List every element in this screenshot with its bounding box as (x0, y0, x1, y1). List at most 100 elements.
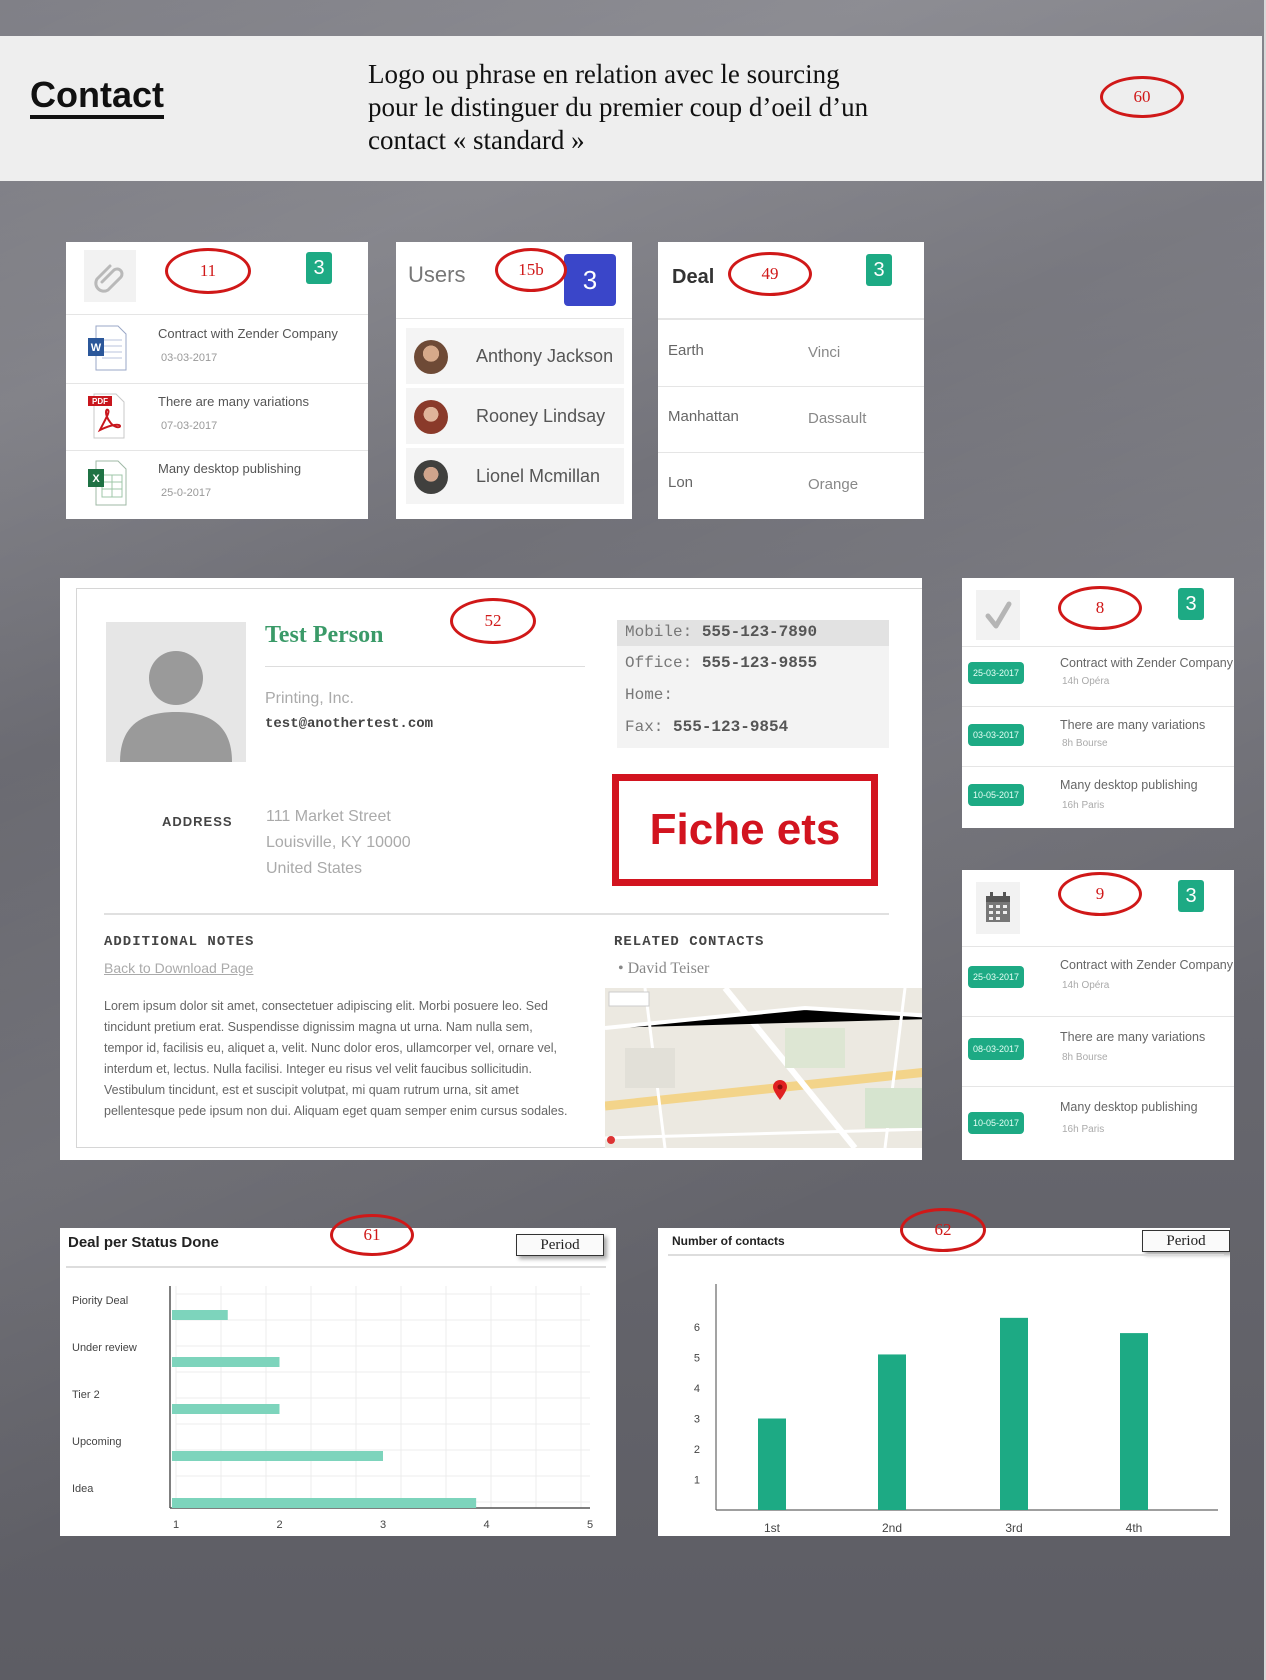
annotation-marker: 61 (330, 1214, 414, 1256)
svg-text:X: X (92, 473, 100, 485)
task-row[interactable]: 08-03-2017 There are many variations 8h … (962, 1016, 1232, 1086)
deal-company: Dassault (808, 410, 867, 427)
category-label: Under review (72, 1342, 137, 1354)
bar (1000, 1317, 1028, 1510)
tick-label: 4 (694, 1383, 700, 1395)
phone-fax[interactable]: Fax: 555-123-9854 (625, 718, 788, 736)
annotation-marker: 11 (165, 248, 251, 294)
chart-title: Deal per Status Done (68, 1234, 219, 1251)
count-badge: 3 (306, 252, 332, 284)
bar (758, 1418, 786, 1510)
divider (265, 666, 585, 667)
users-card-title: Users (408, 262, 466, 287)
user-row[interactable]: Anthony Jackson (406, 328, 624, 384)
back-to-download-link[interactable]: Back to Download Page (104, 960, 253, 976)
deal-company: Vinci (808, 344, 841, 361)
category-label: Tier 2 (72, 1389, 100, 1401)
task-name: There are many variations (1060, 718, 1206, 732)
category-label: 1st (764, 1521, 781, 1535)
count-badge: 3 (1178, 880, 1204, 912)
task-row[interactable]: 25-03-2017 Contract with Zender Company … (962, 946, 1233, 1016)
task-row[interactable]: 03-03-2017 There are many variations 8h … (962, 706, 1232, 766)
map-pin-icon (773, 1080, 787, 1100)
chart-title: Number of contacts (672, 1234, 785, 1248)
file-item[interactable]: W Contract with Zender Company 03-03-201… (66, 316, 366, 382)
task-row[interactable]: 25-03-2017 Contract with Zender Company … (962, 646, 1233, 706)
file-date: 25-0-2017 (161, 487, 212, 499)
phone-label: Fax: (625, 718, 664, 736)
paperclip-icon[interactable] (84, 250, 136, 302)
bar (172, 1498, 477, 1508)
annotation-marker: 8 (1058, 586, 1142, 630)
deal-status-bar-chart: Piority Deal Under review Tier 2 Upcoming Id… (72, 1286, 593, 1531)
phone-label: Home: (625, 686, 674, 704)
notes-text: Lorem ipsum dolor sit amet, consectetuer… (104, 999, 568, 1118)
annotation-marker: 52 (450, 598, 536, 644)
category-label: Idea (72, 1483, 94, 1495)
task-subtitle: 16h Paris (1062, 800, 1105, 811)
task-name: Many desktop publishing (1060, 1100, 1198, 1114)
bar (172, 1310, 228, 1320)
location-map[interactable] (605, 988, 922, 1148)
category-label: Piority Deal (72, 1295, 128, 1307)
calendar-icon[interactable] (976, 882, 1020, 934)
related-contact-link[interactable]: • David Teiser (618, 960, 709, 978)
fiche-ets-box[interactable]: Fiche ets (612, 774, 878, 886)
deal-company: Orange (808, 476, 859, 493)
count-badge: 3 (866, 254, 892, 286)
contacts-chart-card: Number of contacts Period 1 2 3 4 5 6 1st 2nd 3r… (658, 1228, 1230, 1536)
task-row[interactable]: 10-05-2017 Many desktop publishing 16h P… (962, 766, 1232, 826)
avatar (414, 400, 448, 434)
contact-sheet: Test Person Printing, Inc. test@anothert… (60, 578, 922, 1160)
phone-value: 555-123-9855 (701, 654, 818, 672)
contact-name: Test Person (265, 622, 384, 648)
phone-office[interactable]: Office: 555-123-9855 (625, 654, 817, 672)
user-name: Anthony Jackson (476, 346, 614, 366)
address-line: 111 Market Street (266, 808, 391, 825)
address-line: United States (266, 860, 363, 877)
task-name: There are many variations (1060, 1030, 1206, 1044)
person-avatar-placeholder (106, 622, 246, 762)
deal-location: Manhattan (668, 408, 739, 425)
period-button[interactable]: Period (1142, 1230, 1230, 1252)
date-pill: 10-05-2017 (968, 784, 1024, 806)
phone-mobile[interactable]: Mobile: 555-123-7890 (617, 620, 889, 646)
bar (1120, 1333, 1148, 1510)
annotation-marker: 62 (900, 1208, 986, 1252)
phone-value: 555-123-9854 (673, 718, 789, 736)
tick-label: 5 (587, 1519, 593, 1531)
user-name: Rooney Lindsay (476, 406, 606, 426)
user-row[interactable]: Rooney Lindsay (406, 388, 624, 444)
tick-label: 4 (483, 1519, 489, 1531)
annotation-marker: 9 (1058, 872, 1142, 916)
tick-label: 6 (694, 1322, 700, 1334)
category-label: Upcoming (72, 1436, 122, 1448)
tick-label: 1 (694, 1475, 700, 1487)
period-button[interactable]: Period (516, 1234, 604, 1256)
task-row[interactable]: 10-05-2017 Many desktop publishing 16h P… (962, 1086, 1232, 1156)
svg-text:PDF: PDF (92, 397, 108, 406)
task-subtitle: 14h Opéra (1062, 980, 1110, 991)
date-pill: 25-03-2017 (968, 966, 1024, 988)
file-item[interactable]: PDF There are many variations 07-03-2017 (66, 384, 366, 450)
address-line: Louisville, KY 10000 (266, 834, 411, 851)
deal-row[interactable]: Manhattan Dassault (658, 386, 924, 452)
checkmark-icon[interactable] (976, 590, 1020, 640)
deal-row[interactable]: Earth Vinci (658, 320, 924, 386)
category-label: 4th (1126, 1521, 1143, 1535)
contact-email[interactable]: test@anothertest.com (265, 716, 433, 732)
count-badge: 3 (1178, 588, 1204, 620)
phone-list: Mobile: 555-123-7890 Office: 555-123-985… (617, 620, 889, 748)
annotation-marker: 15b (495, 248, 567, 292)
deal-row[interactable]: Lon Orange (658, 452, 924, 518)
date-pill: 03-03-2017 (968, 724, 1024, 746)
task-subtitle: 8h Bourse (1062, 738, 1108, 749)
annotation-marker: 49 (728, 252, 812, 296)
count-badge: 3 (564, 254, 616, 306)
phone-value: 555-123-7890 (701, 623, 818, 641)
related-contact-name: David Teiser (627, 960, 710, 977)
date-pill: 08-03-2017 (968, 1038, 1024, 1060)
file-item[interactable]: X Many desktop publishing 25-0-2017 (66, 451, 366, 517)
bar (172, 1357, 280, 1367)
user-row[interactable]: Lionel Mcmillan (406, 448, 624, 504)
